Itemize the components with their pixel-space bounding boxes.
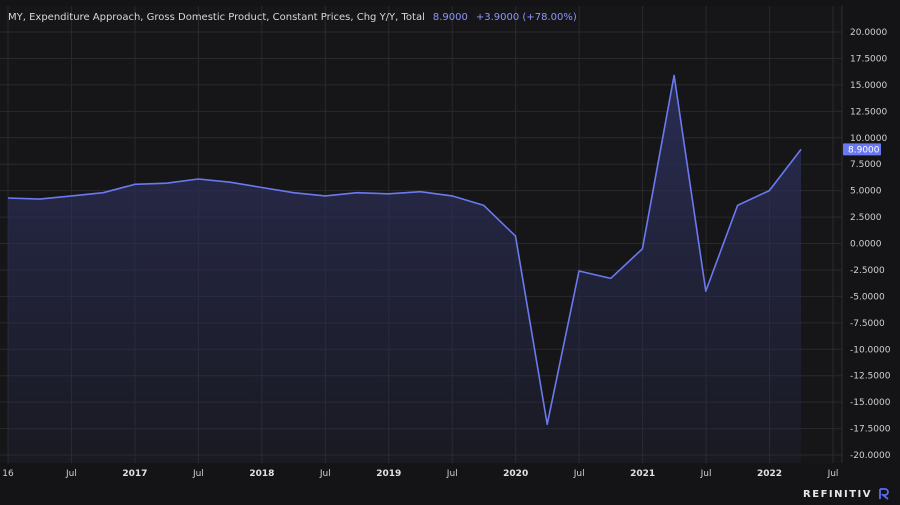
last-value: 8.9000 (432, 12, 468, 23)
y-tick-label: 17.5000 (850, 54, 887, 64)
y-tick-label: -10.0000 (850, 345, 891, 355)
x-tick-label: 2020 (503, 469, 528, 479)
x-tick-label: Jul (573, 469, 585, 479)
x-tick-label: Jul (192, 469, 204, 479)
y-tick-label: 7.5000 (850, 160, 882, 170)
x-tick-label: Jul (446, 469, 458, 479)
y-tick-label: -15.0000 (850, 398, 891, 408)
brand-mark-icon (879, 488, 889, 500)
brand-logo: REFINITIV (803, 488, 890, 500)
x-tick-label: 16 (2, 469, 14, 479)
x-tick-label: 2017 (122, 469, 147, 479)
y-tick-label: -12.5000 (850, 372, 891, 382)
y-tick-label: 10.0000 (850, 134, 887, 144)
x-tick-label: 2018 (249, 469, 274, 479)
y-tick-label: 0.0000 (850, 240, 882, 250)
y-tick-label: 5.0000 (850, 187, 882, 197)
y-tick-label: -20.0000 (850, 451, 891, 461)
y-tick-label: -17.5000 (850, 425, 891, 435)
y-axis: 20.0000 17.5000 15.0000 12.5000 10.0000 7.500… (850, 28, 891, 461)
chart-svg: 20.0000 17.5000 15.0000 12.5000 10.0000 7.500… (0, 6, 891, 479)
x-tick-label: 2019 (376, 469, 401, 479)
series-title: MY, Expenditure Approach, Gross Domestic… (8, 12, 425, 23)
last-value-tag-label: 8.9000 (848, 145, 880, 155)
chart-frame: 20.0000 17.5000 15.0000 12.5000 10.0000 7.500… (0, 0, 900, 505)
x-tick-label: 2022 (757, 469, 782, 479)
y-tick-label: -7.5000 (850, 319, 885, 329)
y-tick-label: 20.0000 (850, 28, 887, 38)
x-tick-label: Jul (65, 469, 77, 479)
x-tick-label: 2021 (630, 469, 655, 479)
y-tick-label: 12.5000 (850, 107, 887, 117)
change-value: +3.9000 (+78.00%) (475, 12, 577, 23)
chart-header: MY, Expenditure Approach, Gross Domestic… (8, 12, 577, 23)
y-tick-label: -2.5000 (850, 266, 885, 276)
y-tick-label: 2.5000 (850, 213, 882, 223)
y-tick-label: 15.0000 (850, 81, 887, 91)
x-tick-label: Jul (827, 469, 839, 479)
brand-name: REFINITIV (803, 488, 872, 500)
x-tick-label: Jul (319, 469, 331, 479)
y-tick-label: -5.0000 (850, 292, 885, 302)
last-value-tag-group: 8.9000 (843, 143, 881, 156)
x-tick-label: Jul (700, 469, 712, 479)
x-axis: 16 Jul 2017 Jul 2018 Jul 2019 Jul 2020 Jul 2021 Jul… (2, 469, 838, 479)
